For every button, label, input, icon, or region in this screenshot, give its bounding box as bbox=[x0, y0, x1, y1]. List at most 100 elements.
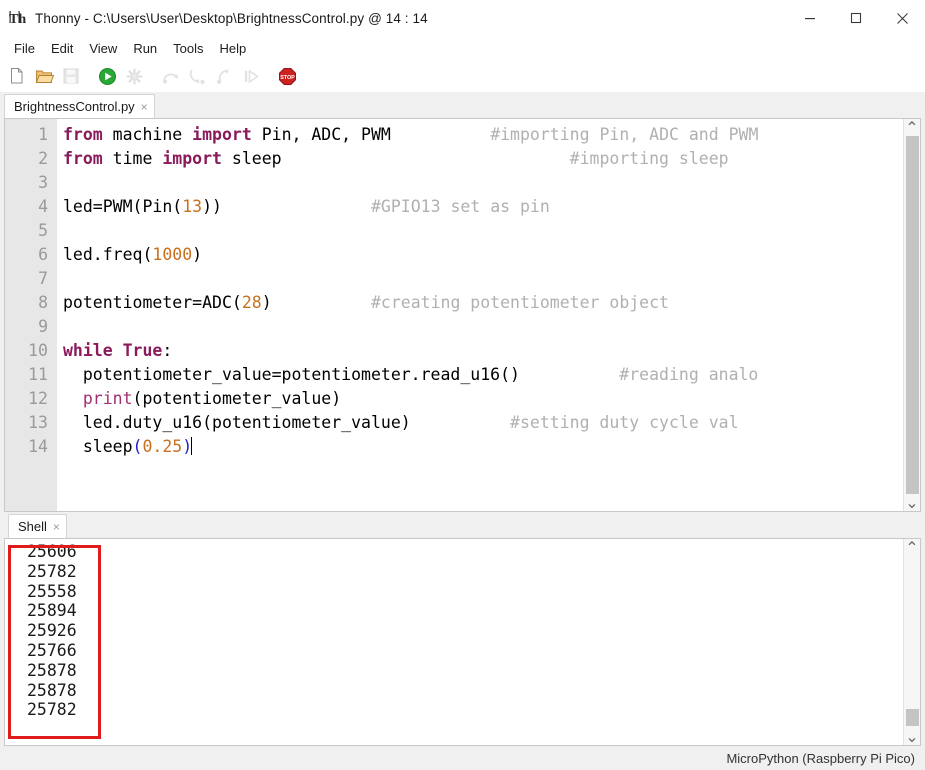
editor-scroll-track[interactable] bbox=[904, 136, 921, 494]
step-over-button[interactable] bbox=[158, 64, 182, 88]
debug-script-icon bbox=[125, 67, 143, 85]
thonny-logo-icon: Th bbox=[8, 8, 28, 28]
step-out-icon bbox=[216, 68, 228, 84]
shell-output-line: 25878 bbox=[27, 680, 77, 700]
resume-button[interactable] bbox=[239, 64, 263, 88]
new-file-icon bbox=[11, 68, 23, 84]
shell-panel[interactable]: 25606 25782 25558 25894 25926 25766 25878 25878… bbox=[4, 538, 921, 746]
editor-scrollbar[interactable]: ⌃ ⌄ bbox=[903, 119, 920, 511]
svg-text:STOP: STOP bbox=[280, 75, 295, 81]
interpreter-status-label: MicroPython (Raspberry Pi Pico) bbox=[726, 750, 915, 766]
menu-item-view[interactable]: View bbox=[81, 39, 125, 58]
step-into-button[interactable] bbox=[185, 64, 209, 88]
line-number: 14 bbox=[28, 437, 48, 456]
save-file-button[interactable] bbox=[59, 64, 83, 88]
shell-output-line: 25782 bbox=[27, 561, 77, 581]
open-file-icon bbox=[35, 70, 54, 83]
text-cursor bbox=[191, 437, 193, 455]
menu-item-edit[interactable]: Edit bbox=[43, 39, 81, 58]
line-number: 8 bbox=[38, 293, 48, 312]
shell-scroll-track[interactable] bbox=[904, 556, 921, 728]
code-line: potentiometer_value=potentiometer.read_u… bbox=[63, 365, 759, 384]
editor-scroll-down-icon[interactable]: ⌄ bbox=[904, 494, 921, 512]
shell-output-line: 25878 bbox=[27, 660, 77, 680]
line-number: 13 bbox=[28, 413, 48, 432]
shell-scroll-up-icon[interactable]: ⌃ bbox=[904, 539, 921, 557]
menu-item-tools[interactable]: Tools bbox=[165, 39, 211, 58]
minimize-icon bbox=[805, 18, 815, 20]
code-text-area[interactable]: from machine import Pin, ADC, PWM #impor… bbox=[57, 119, 920, 511]
run-script-icon bbox=[98, 67, 116, 85]
line-number: 5 bbox=[38, 221, 48, 240]
step-into-icon bbox=[189, 68, 205, 84]
debug-script-button[interactable] bbox=[122, 64, 146, 88]
menu-item-run[interactable]: Run bbox=[125, 39, 165, 58]
maximize-button[interactable] bbox=[833, 0, 879, 36]
close-button[interactable] bbox=[879, 0, 925, 36]
editor-tab-strip: BrightnessControl.py × bbox=[0, 92, 925, 118]
line-number: 1 bbox=[38, 125, 48, 144]
code-line: led=PWM(Pin(13)) #GPIO13 set as pin bbox=[63, 197, 550, 216]
shell-scrollbar[interactable]: ⌃ ⌄ bbox=[903, 539, 920, 745]
shell-output-line: 25926 bbox=[27, 621, 77, 641]
code-line: from time import sleep #importing sleep bbox=[63, 149, 729, 168]
shell-tab-strip: Shell × bbox=[0, 512, 925, 538]
menu-item-file[interactable]: File bbox=[6, 39, 43, 58]
line-number: 11 bbox=[28, 365, 48, 384]
shell-scroll-down-icon[interactable]: ⌄ bbox=[904, 728, 921, 746]
menu-item-help[interactable]: Help bbox=[212, 39, 255, 58]
line-number: 12 bbox=[28, 389, 48, 408]
editor-tab-close-icon[interactable]: × bbox=[141, 101, 148, 113]
editor-scroll-up-icon[interactable]: ⌃ bbox=[904, 119, 921, 137]
editor-scroll-thumb[interactable] bbox=[905, 136, 919, 494]
code-line: sleep(0.25) bbox=[63, 437, 193, 456]
stop-button[interactable]: STOP bbox=[275, 64, 299, 88]
minimize-button[interactable] bbox=[787, 0, 833, 36]
window-title: Thonny - C:\Users\User\Desktop\Brightnes… bbox=[35, 10, 428, 26]
code-line: potentiometer=ADC(28) #creating potentio… bbox=[63, 293, 669, 312]
svg-text:Th: Th bbox=[9, 12, 26, 27]
code-line: led.freq(1000) bbox=[63, 245, 203, 264]
line-number: 6 bbox=[38, 245, 48, 264]
editor-tab-brightnesscontrol[interactable]: BrightnessControl.py × bbox=[4, 94, 155, 118]
shell-tab[interactable]: Shell × bbox=[8, 514, 67, 538]
line-number: 4 bbox=[38, 197, 48, 216]
toolbar: STOP bbox=[0, 60, 925, 92]
code-line: from machine import Pin, ADC, PWM #impor… bbox=[63, 125, 759, 144]
code-editor[interactable]: 1 2 3 4 5 6 7 8 9 10 11 12 13 14 from ma… bbox=[4, 118, 921, 512]
step-out-button[interactable] bbox=[212, 64, 236, 88]
run-script-button[interactable] bbox=[95, 64, 119, 88]
menu-bar: File Edit View Run Tools Help bbox=[0, 36, 925, 60]
shell-scroll-thumb[interactable] bbox=[905, 709, 919, 726]
shell-output-text[interactable]: 25606 25782 25558 25894 25926 25766 25878 25878… bbox=[5, 539, 920, 720]
line-number-gutter: 1 2 3 4 5 6 7 8 9 10 11 12 13 14 bbox=[5, 119, 57, 511]
status-bar: MicroPython (Raspberry Pi Pico) bbox=[0, 746, 925, 770]
shell-tab-close-icon[interactable]: × bbox=[53, 521, 60, 533]
title-bar: Th Thonny - C:\Users\User\Desktop\Bright… bbox=[0, 0, 925, 36]
close-icon bbox=[896, 12, 908, 24]
open-file-button[interactable] bbox=[32, 64, 56, 88]
shell-output-line: 25782 bbox=[27, 700, 77, 720]
shell-output-line: 25766 bbox=[27, 640, 77, 660]
line-number: 9 bbox=[38, 317, 48, 336]
stop-icon: STOP bbox=[278, 67, 296, 85]
line-number: 10 bbox=[28, 341, 48, 360]
save-file-icon bbox=[63, 68, 79, 84]
line-number: 7 bbox=[38, 269, 48, 288]
thonny-window: Th Thonny - C:\Users\User\Desktop\Bright… bbox=[0, 0, 925, 770]
shell-output-line: 25558 bbox=[27, 581, 77, 601]
code-line: led.duty_u16(potentiometer_value) #setti… bbox=[63, 413, 739, 432]
line-number: 2 bbox=[38, 149, 48, 168]
shell-tab-label: Shell bbox=[18, 519, 47, 534]
new-file-button[interactable] bbox=[5, 64, 29, 88]
code-line: print(potentiometer_value) bbox=[82, 389, 342, 408]
shell-output-line: 25606 bbox=[27, 542, 77, 561]
editor-tab-label: BrightnessControl.py bbox=[14, 99, 135, 114]
step-over-icon bbox=[162, 73, 178, 84]
window-controls bbox=[787, 0, 925, 36]
code-line: while True: bbox=[63, 341, 173, 360]
